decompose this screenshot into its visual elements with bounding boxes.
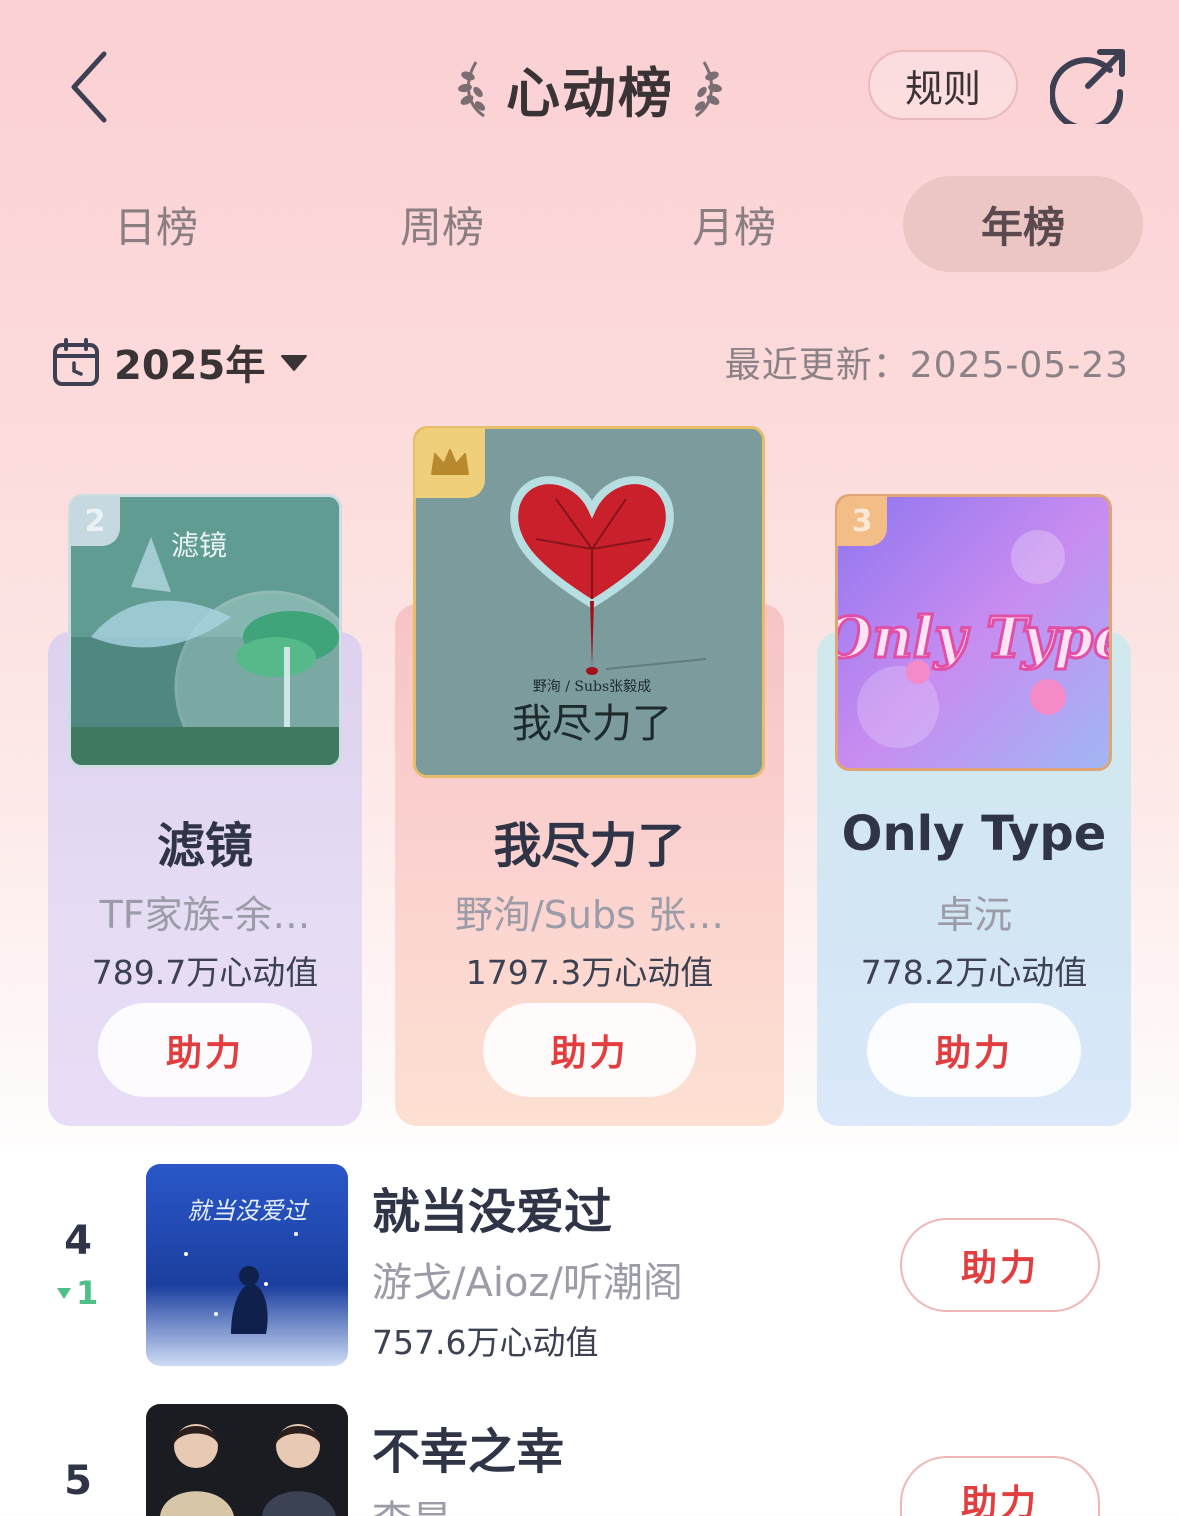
podium-score-2: 789.7万心动值 — [91, 953, 319, 992]
cover-1-text: 我尽力了 — [512, 701, 672, 747]
boost-button-5[interactable]: 助力 — [900, 1456, 1100, 1516]
rank-badge-3: 3 — [837, 496, 887, 546]
rank-down-icon — [57, 1288, 71, 1299]
list-rank-4: 4 — [64, 1218, 92, 1264]
cover-4-text: 就当没爱过 — [187, 1197, 310, 1225]
share-icon — [1049, 49, 1125, 132]
tab-monthly[interactable]: 月榜 — [634, 176, 834, 272]
page-title: 心动榜 — [506, 61, 674, 125]
podium-artist-1: 野洵/Subs 张… — [454, 893, 724, 937]
tab-yearly[interactable]: 年榜 — [903, 176, 1143, 272]
rank-change-value: 1 — [76, 1274, 99, 1312]
podium-score-3: 778.2万心动值 — [860, 953, 1088, 992]
rank-change-4: 1 — [56, 1274, 98, 1312]
cover-3-text: Only Type — [838, 605, 1112, 671]
calendar-icon — [53, 338, 99, 386]
laurel-left-icon — [458, 61, 486, 118]
podium-artist-2: TF家族-余… — [99, 893, 311, 937]
list-title-5: 不幸之幸 — [372, 1424, 565, 1480]
rules-button[interactable]: 规则 — [868, 50, 1018, 120]
podium-score-1: 1797.3万心动值 — [465, 953, 714, 992]
boost-button-4[interactable]: 助力 — [900, 1218, 1100, 1312]
last-updated: 最近更新：2025-05-23 — [724, 345, 1129, 386]
boost-button-3[interactable]: 助力 — [867, 1003, 1081, 1097]
chevron-left-icon — [71, 51, 107, 123]
share-button[interactable] — [1049, 44, 1130, 132]
list-artist-5: 李昊 — [372, 1488, 452, 1516]
cover-1-subtext: 野洵 / Subs张毅成 — [533, 678, 651, 695]
list-artist-4: 游戈/Aioz/听潮阁 — [372, 1260, 683, 1306]
list-title-4: 就当没爱过 — [372, 1184, 613, 1240]
tab-weekly[interactable]: 周榜 — [342, 176, 542, 272]
list-score-4: 757.6万心动值 — [372, 1323, 599, 1362]
back-button[interactable] — [62, 48, 122, 126]
laurel-right-icon — [694, 61, 722, 118]
tab-daily[interactable]: 日榜 — [56, 176, 256, 272]
podium-title-2: 滤镜 — [156, 818, 253, 874]
list-cover-5[interactable] — [146, 1404, 348, 1516]
caret-down-icon — [281, 355, 308, 371]
boost-button-2[interactable]: 助力 — [98, 1003, 312, 1097]
year-label: 2025年 — [114, 343, 266, 389]
page-title-group: 心动榜 — [440, 48, 740, 128]
podium-artist-3: 卓沅 — [935, 893, 1012, 937]
list-cover-4[interactable]: 就当没爱过 — [146, 1164, 348, 1366]
year-selector[interactable]: 2025年 — [52, 332, 309, 392]
cover-2-text: 滤镜 — [171, 529, 227, 562]
crown-icon — [431, 449, 469, 475]
list-rank-5: 5 — [64, 1458, 92, 1504]
boost-button-1[interactable]: 助力 — [483, 1003, 696, 1097]
rank-badge-1 — [415, 428, 485, 498]
podium-title-1: 我尽力了 — [493, 818, 686, 874]
rank-badge-2: 2 — [70, 496, 120, 546]
podium-title-3: Only Type — [841, 806, 1107, 862]
